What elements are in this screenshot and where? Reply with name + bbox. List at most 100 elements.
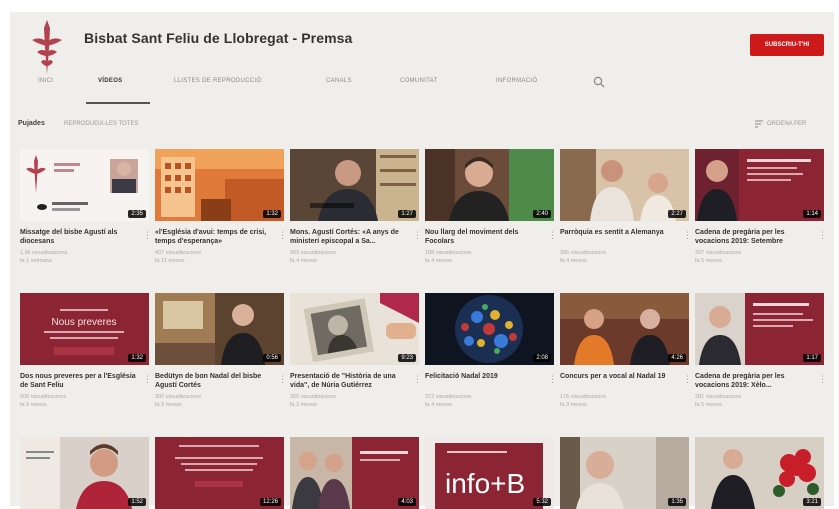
- video-thumbnail[interactable]: 1:27: [290, 149, 419, 221]
- video-title[interactable]: Nou llarg del moviment dels Focolars: [425, 228, 554, 246]
- video-thumbnail[interactable]: 2:08: [425, 293, 554, 365]
- video-card[interactable]: 2:08 Felicitació Nadal 2019 372 visualit…: [425, 293, 557, 409]
- tab-channels[interactable]: CANALS: [326, 78, 352, 84]
- video-thumbnail[interactable]: 1:32: [155, 149, 284, 221]
- video-title[interactable]: Bedütyn de bon Nadal del bisbe Agustí Co…: [155, 372, 284, 390]
- more-actions-icon[interactable]: ⋮: [143, 229, 152, 241]
- video-age: fa 1 setmana: [20, 258, 52, 264]
- video-duration: 2:40: [533, 210, 551, 218]
- video-views: 176 visualitzacions: [560, 394, 607, 400]
- video-title[interactable]: Concurs per a vocal al Nadal 19: [560, 372, 689, 390]
- video-views: 395 visualitzacions: [560, 250, 607, 256]
- video-card[interactable]: 3:21: [695, 437, 824, 509]
- video-title[interactable]: Missatge del bisbe Agustí als diocesans: [20, 228, 149, 246]
- video-age: fa 4 mesos: [560, 258, 587, 264]
- video-duration: 9:23: [398, 354, 416, 362]
- video-thumbnail[interactable]: Nous preveres 1:32: [20, 293, 149, 365]
- more-actions-icon[interactable]: ⋮: [278, 373, 287, 385]
- video-thumbnail[interactable]: 9:23: [290, 293, 419, 365]
- video-thumbnail[interactable]: 4:03: [290, 437, 419, 509]
- uploads-title: Pujades: [18, 120, 45, 127]
- video-age: fa 4 mesos: [425, 402, 452, 408]
- video-duration: 3:21: [803, 498, 821, 506]
- video-title[interactable]: Parròquia es sentit a Alemanya: [560, 228, 689, 246]
- video-age: fa 2 mesos: [290, 402, 317, 408]
- uploads-header: Pujades REPRODUEIX-LES TOTES ORDENA PER: [10, 120, 834, 134]
- video-thumbnail[interactable]: 2:35: [20, 149, 149, 221]
- active-tab-indicator: [86, 102, 150, 104]
- video-title[interactable]: Mons. Agustí Cortés: «A anys de minister…: [290, 228, 419, 246]
- video-card[interactable]: 2:40 Nou llarg del moviment dels Focolar…: [425, 149, 557, 265]
- video-views: 397 visualitzacions: [695, 250, 742, 256]
- tab-home[interactable]: INICI: [38, 78, 53, 84]
- video-title[interactable]: Presentació de "Història de una vida", d…: [290, 372, 419, 390]
- video-age: fa 4 mesos: [290, 258, 317, 264]
- video-card[interactable]: 1:17 Cadena de pregària per les vocacion…: [695, 293, 827, 409]
- video-card[interactable]: 2:35 Missatge del bisbe Agustí als dioce…: [20, 149, 152, 265]
- subscribe-button[interactable]: SUBSCRIU-T'HI: [750, 34, 824, 56]
- video-title[interactable]: Cadena de pregària per les vocacions 201…: [695, 228, 824, 246]
- tab-playlists[interactable]: LLISTES DE REPRODUCCIÓ: [174, 78, 261, 84]
- video-card[interactable]: 9:23 Presentació de "Història de una vid…: [290, 293, 422, 409]
- video-card[interactable]: 1:35: [560, 437, 689, 509]
- more-actions-icon[interactable]: ⋮: [548, 373, 557, 385]
- more-actions-icon[interactable]: ⋮: [683, 229, 692, 241]
- sort-icon[interactable]: [754, 119, 764, 129]
- video-card[interactable]: 4:03: [290, 437, 419, 509]
- tab-videos[interactable]: VÍDEOS: [98, 78, 122, 84]
- video-thumbnail[interactable]: 1:35: [560, 437, 689, 509]
- video-card[interactable]: 1:14 Cadena de pregària per les vocacion…: [695, 149, 827, 265]
- video-thumbnail[interactable]: 1:14: [695, 149, 824, 221]
- video-duration: 2:08: [533, 354, 551, 362]
- video-views: 300 visualitzacions: [155, 394, 202, 400]
- video-card[interactable]: 1:32 «l'Església d'avui: temps de crisi,…: [155, 149, 287, 265]
- video-card[interactable]: 0:56 Bedütyn de bon Nadal del bisbe Agus…: [155, 293, 287, 409]
- video-views: 999 visualitzacions: [290, 250, 337, 256]
- video-thumbnail[interactable]: 0:56: [155, 293, 284, 365]
- video-card[interactable]: 12:26: [155, 437, 284, 509]
- video-thumbnail[interactable]: 1:17: [695, 293, 824, 365]
- search-icon[interactable]: [592, 75, 606, 89]
- video-age: fa 11 mesos: [155, 258, 185, 264]
- channel-title: Bisbat Sant Feliu de Llobregat - Premsa: [84, 30, 353, 46]
- video-views: 281 visualitzacions: [695, 394, 742, 400]
- video-thumbnail[interactable]: 4:26: [560, 293, 689, 365]
- video-age: fa 2 mesos: [155, 402, 182, 408]
- video-thumbnail[interactable]: info+B 5:32: [425, 437, 554, 509]
- video-duration: 1:52: [128, 498, 146, 506]
- video-card[interactable]: 1:52: [20, 437, 149, 509]
- more-actions-icon[interactable]: ⋮: [413, 229, 422, 241]
- play-all-link[interactable]: REPRODUEIX-LES TOTES: [64, 121, 138, 127]
- tab-about[interactable]: INFORMACIÓ: [496, 78, 537, 84]
- video-card[interactable]: 2:27 Parròquia es sentit a Alemanya 395 …: [560, 149, 692, 265]
- more-actions-icon[interactable]: ⋮: [818, 373, 827, 385]
- more-actions-icon[interactable]: ⋮: [548, 229, 557, 241]
- video-title[interactable]: Dos nous preveres per a l'Església de Sa…: [20, 372, 149, 390]
- video-thumbnail[interactable]: 2:40: [425, 149, 554, 221]
- more-actions-icon[interactable]: ⋮: [683, 373, 692, 385]
- more-actions-icon[interactable]: ⋮: [278, 229, 287, 241]
- video-card[interactable]: info+B 5:32: [425, 437, 554, 509]
- video-thumbnail[interactable]: 2:27: [560, 149, 689, 221]
- video-card[interactable]: 4:26 Concurs per a vocal al Nadal 19 176…: [560, 293, 692, 409]
- more-actions-icon[interactable]: ⋮: [413, 373, 422, 385]
- diocese-logo-icon: [32, 20, 62, 74]
- video-views: 1.9k visualitzacions: [20, 250, 68, 256]
- video-title[interactable]: «l'Església d'avui: temps de crisi, temp…: [155, 228, 284, 246]
- video-card[interactable]: Nous preveres 1:32 Dos nous preveres per…: [20, 293, 152, 409]
- video-title[interactable]: Cadena de pregària per les vocacions 201…: [695, 372, 824, 390]
- video-thumbnail[interactable]: 1:52: [20, 437, 149, 509]
- video-views: 372 visualitzacions: [425, 394, 472, 400]
- video-title[interactable]: Felicitació Nadal 2019: [425, 372, 554, 390]
- more-actions-icon[interactable]: ⋮: [818, 229, 827, 241]
- tab-community[interactable]: COMUNITAT: [400, 78, 437, 84]
- video-thumbnail[interactable]: 3:21: [695, 437, 824, 509]
- thumbnail-heading: Nous preveres: [51, 317, 116, 328]
- sort-by-button[interactable]: ORDENA PER: [767, 121, 806, 127]
- video-card[interactable]: 1:27 Mons. Agustí Cortés: «A anys de min…: [290, 149, 422, 265]
- video-duration: 2:27: [668, 210, 686, 218]
- video-thumbnail[interactable]: 12:26: [155, 437, 284, 509]
- more-actions-icon[interactable]: ⋮: [143, 373, 152, 385]
- video-age: fa 5 mesos: [695, 402, 722, 408]
- video-views: 260 visualitzacions: [290, 394, 337, 400]
